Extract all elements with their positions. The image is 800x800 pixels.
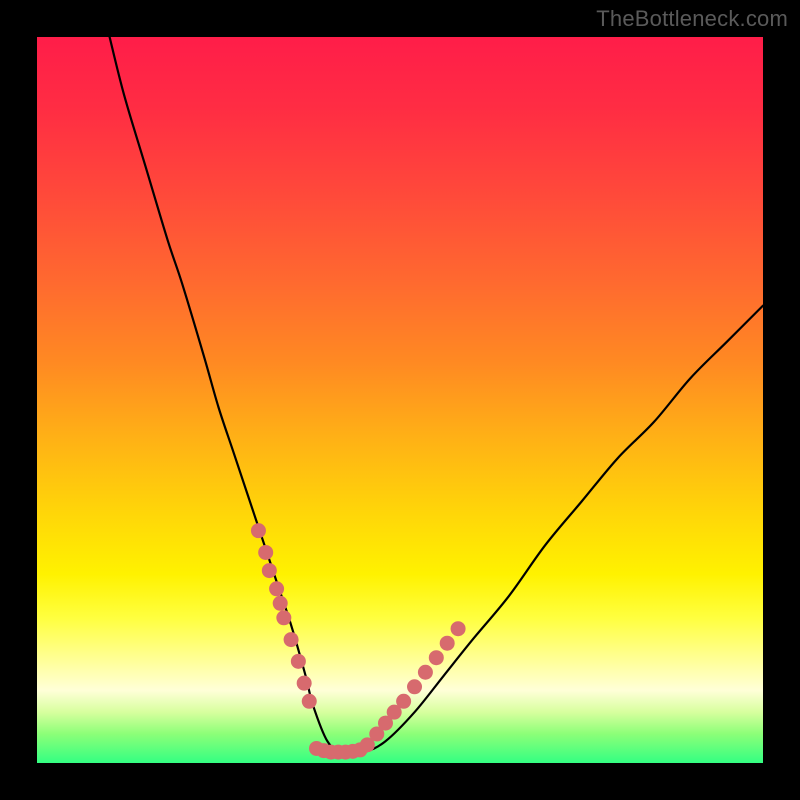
plot-area xyxy=(37,37,763,763)
watermark-text: TheBottleneck.com xyxy=(596,6,788,32)
chart-container: TheBottleneck.com xyxy=(0,0,800,800)
gradient-background xyxy=(37,37,763,763)
